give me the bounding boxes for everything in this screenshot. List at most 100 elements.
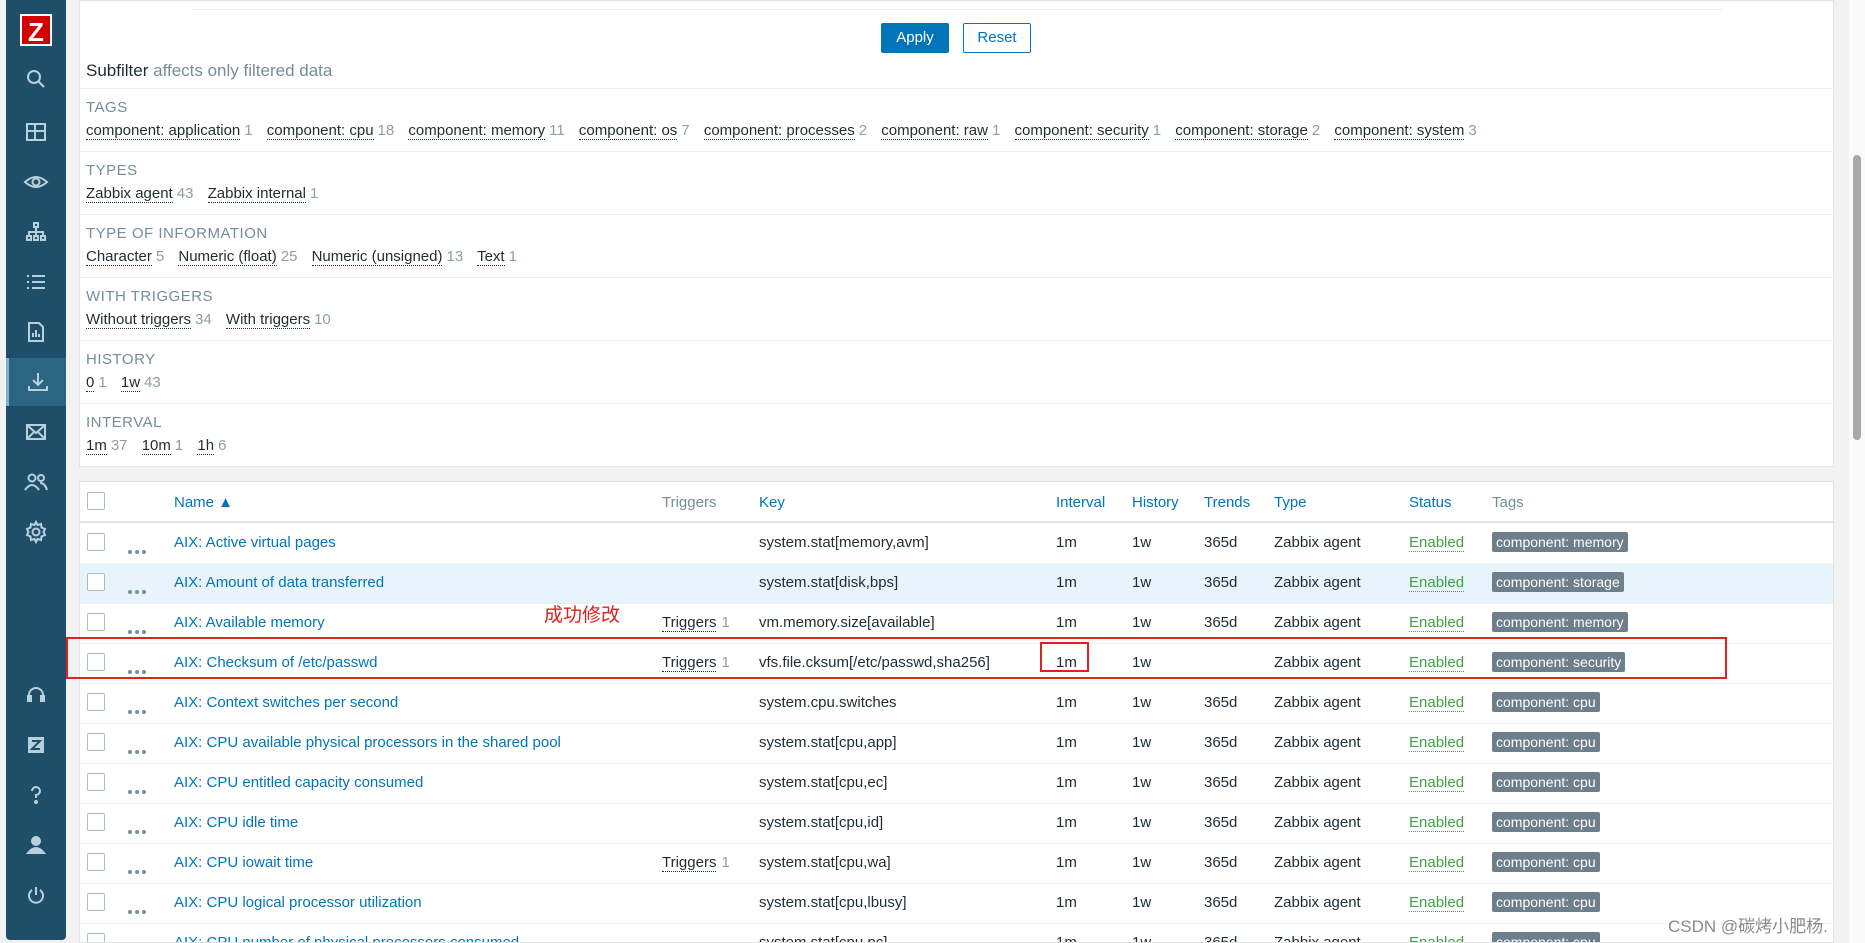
list-icon[interactable]: [6, 258, 66, 306]
row-menu-icon[interactable]: [128, 541, 149, 558]
row-checkbox[interactable]: [87, 893, 105, 911]
item-name-link[interactable]: AIX: CPU available physical processors i…: [174, 734, 561, 751]
item-tag-badge[interactable]: component: memory: [1492, 612, 1628, 632]
item-tag-badge[interactable]: component: cpu: [1492, 892, 1600, 912]
subfilter-item[interactable]: Numeric (float) 25: [178, 248, 297, 266]
row-menu-icon[interactable]: [128, 701, 149, 718]
row-menu-icon[interactable]: [128, 741, 149, 758]
subfilter-item[interactable]: Text 1: [477, 248, 517, 266]
item-name-link[interactable]: AIX: CPU number of physical processors c…: [174, 934, 519, 942]
data-collection-icon[interactable]: [6, 358, 66, 406]
subfilter-item[interactable]: 01: [86, 374, 107, 392]
row-menu-icon[interactable]: [128, 621, 149, 638]
row-checkbox[interactable]: [87, 773, 105, 791]
row-checkbox[interactable]: [87, 933, 105, 942]
key-column-header[interactable]: Key: [759, 494, 785, 511]
item-name-link[interactable]: AIX: CPU logical processor utilization: [174, 894, 422, 911]
item-name-link[interactable]: AIX: CPU idle time: [174, 814, 298, 831]
triggers-link[interactable]: Triggers: [662, 854, 717, 872]
item-status-toggle[interactable]: Enabled: [1409, 774, 1465, 792]
subfilter-item[interactable]: component: processes 2: [703, 122, 867, 140]
item-tag-badge[interactable]: component: storage: [1492, 572, 1624, 592]
power-icon[interactable]: [6, 871, 66, 919]
alerts-mail-icon[interactable]: [6, 408, 66, 456]
users-icon[interactable]: [6, 458, 66, 506]
dashboard-icon[interactable]: [6, 108, 66, 156]
item-status-toggle[interactable]: Enabled: [1409, 894, 1465, 912]
subfilter-item[interactable]: component: security 1: [1014, 122, 1161, 140]
integrations-z-icon[interactable]: [6, 721, 66, 769]
zabbix-logo[interactable]: Z: [20, 14, 52, 47]
subfilter-item[interactable]: component: system 3: [1334, 122, 1477, 140]
scrollbar-thumb[interactable]: [1853, 155, 1861, 440]
row-checkbox[interactable]: [87, 813, 105, 831]
item-status-toggle[interactable]: Enabled: [1409, 854, 1465, 872]
row-menu-icon[interactable]: [128, 781, 149, 798]
item-status-toggle[interactable]: Enabled: [1409, 694, 1465, 712]
subfilter-item[interactable]: Numeric (unsigned) 13: [311, 248, 463, 266]
row-checkbox[interactable]: [87, 693, 105, 711]
apply-button[interactable]: Apply: [881, 23, 949, 53]
status-column-header[interactable]: Status: [1409, 494, 1452, 511]
subfilter-item[interactable]: component: os 7: [578, 122, 690, 140]
subfilter-item[interactable]: component: cpu 18: [266, 122, 394, 140]
monitoring-eye-icon[interactable]: [6, 158, 66, 206]
item-tag-badge[interactable]: component: memory: [1492, 532, 1628, 552]
search-icon[interactable]: [6, 55, 66, 103]
item-tag-badge[interactable]: component: cpu: [1492, 772, 1600, 792]
item-name-link[interactable]: AIX: Amount of data transferred: [174, 574, 384, 591]
item-name-link[interactable]: AIX: CPU entitled capacity consumed: [174, 774, 423, 791]
item-name-link[interactable]: AIX: Active virtual pages: [174, 534, 336, 551]
row-menu-icon[interactable]: [128, 901, 149, 918]
row-checkbox[interactable]: [87, 573, 105, 591]
row-checkbox[interactable]: [87, 853, 105, 871]
subfilter-item[interactable]: Zabbix internal 1: [207, 185, 318, 203]
row-checkbox[interactable]: [87, 613, 105, 631]
type-column-header[interactable]: Type: [1274, 494, 1307, 511]
row-checkbox[interactable]: [87, 533, 105, 551]
item-tag-badge[interactable]: component: cpu: [1492, 692, 1600, 712]
triggers-link[interactable]: Triggers: [662, 614, 717, 632]
item-tag-badge[interactable]: component: cpu: [1492, 812, 1600, 832]
interval-column-header[interactable]: Interval: [1056, 494, 1105, 511]
subfilter-item[interactable]: Zabbix agent 43: [86, 185, 193, 203]
name-column-header[interactable]: Name ▲: [174, 494, 233, 511]
subfilter-item[interactable]: component: application 1: [86, 122, 253, 140]
item-status-toggle[interactable]: Enabled: [1409, 934, 1464, 942]
network-icon[interactable]: [6, 208, 66, 256]
item-name-link[interactable]: AIX: Context switches per second: [174, 694, 398, 711]
item-name-link[interactable]: AIX: CPU iowait time: [174, 854, 313, 871]
item-tag-badge[interactable]: component: cpu: [1492, 852, 1600, 872]
subfilter-item[interactable]: 1w 43: [120, 374, 161, 392]
subfilter-item[interactable]: 1h 6: [197, 437, 226, 455]
item-status-toggle[interactable]: Enabled: [1409, 734, 1465, 752]
item-tag-badge[interactable]: component: cpu: [1492, 932, 1600, 942]
item-name-link[interactable]: AIX: Available memory: [174, 614, 325, 631]
row-menu-icon[interactable]: [128, 821, 149, 838]
select-all-checkbox[interactable]: [87, 492, 105, 510]
help-icon[interactable]: [6, 771, 66, 819]
subfilter-item[interactable]: Without triggers 34: [86, 311, 212, 329]
row-checkbox[interactable]: [87, 733, 105, 751]
history-column-header[interactable]: History: [1132, 494, 1179, 511]
item-status-toggle[interactable]: Enabled: [1409, 574, 1465, 592]
subfilter-item[interactable]: 10m 1: [141, 437, 183, 455]
trends-column-header[interactable]: Trends: [1204, 494, 1250, 511]
row-menu-icon[interactable]: [128, 581, 149, 598]
support-icon[interactable]: [6, 671, 66, 719]
row-menu-icon[interactable]: [128, 861, 149, 878]
subfilter-item[interactable]: component: memory 11: [408, 122, 565, 140]
item-status-toggle[interactable]: Enabled: [1409, 614, 1465, 632]
item-status-toggle[interactable]: Enabled: [1409, 534, 1465, 552]
subfilter-item[interactable]: 1m 37: [86, 437, 128, 455]
item-tag-badge[interactable]: component: cpu: [1492, 732, 1600, 752]
reset-button[interactable]: Reset: [963, 23, 1031, 53]
reports-icon[interactable]: [6, 308, 66, 356]
item-status-toggle[interactable]: Enabled: [1409, 814, 1465, 832]
gear-icon[interactable]: [6, 508, 66, 556]
subfilter-item[interactable]: Character 5: [86, 248, 164, 266]
user-icon[interactable]: [6, 821, 66, 869]
subfilter-item[interactable]: component: raw 1: [881, 122, 1000, 140]
subfilter-item[interactable]: component: storage 2: [1175, 122, 1320, 140]
page-scrollbar[interactable]: [1849, 0, 1865, 943]
